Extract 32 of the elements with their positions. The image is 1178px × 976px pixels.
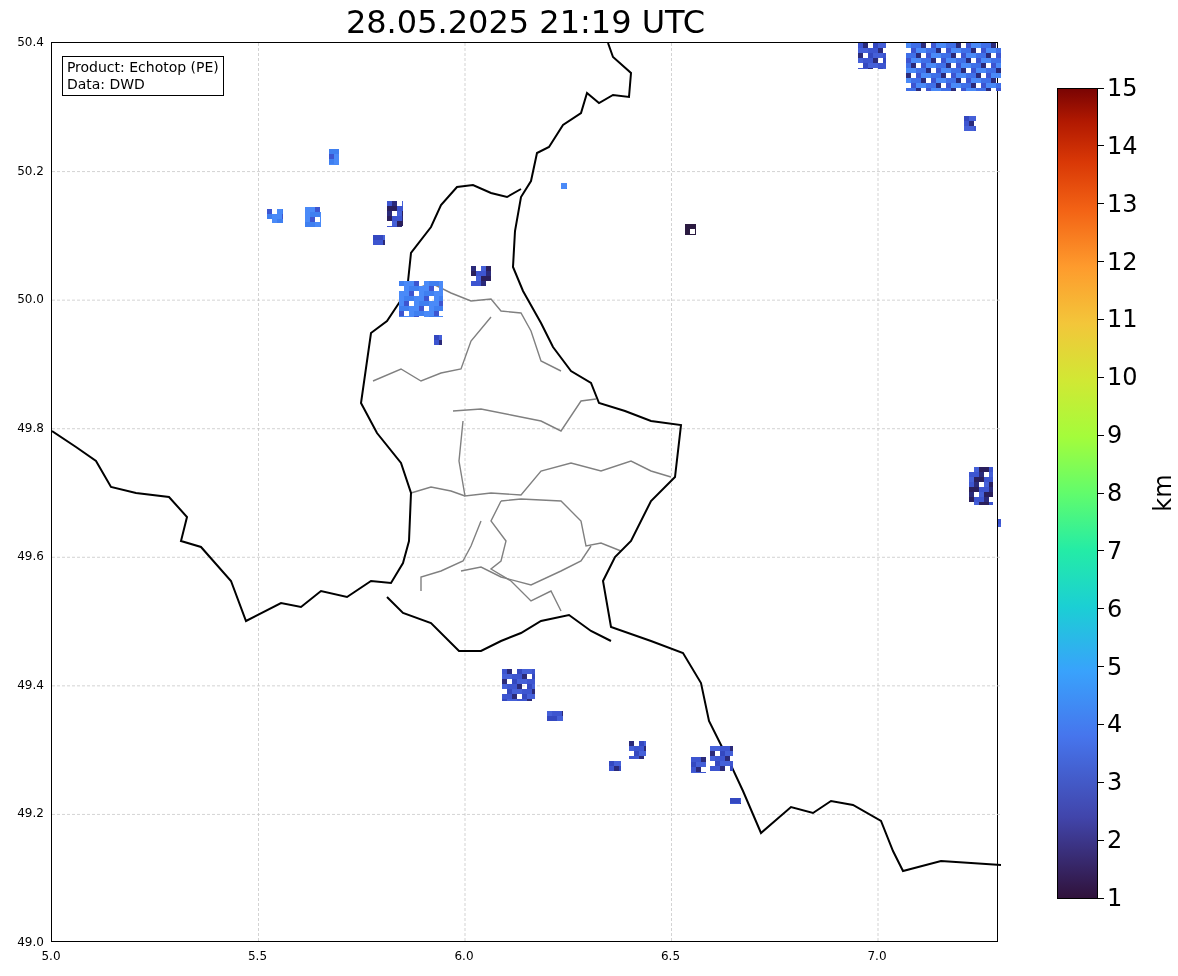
legend-text: Data: DWD xyxy=(66,76,146,93)
colorbar-tick-label: 11 xyxy=(1107,306,1138,333)
y-tick-label: 50.0 xyxy=(17,291,44,308)
colorbar-tick-label: 4 xyxy=(1107,711,1123,738)
y-tick-label: 49.0 xyxy=(17,934,44,950)
colorbar-tick-label: 6 xyxy=(1107,595,1123,622)
colorbar-label: km xyxy=(1149,474,1176,512)
y-tick-label: 50.2 xyxy=(17,162,44,179)
colorbar-tick-label: 5 xyxy=(1107,653,1123,680)
y-tick-label: 49.8 xyxy=(17,419,44,436)
colorbar-tick-label: 13 xyxy=(1107,190,1138,217)
x-tick-label: 5.0 xyxy=(41,948,61,964)
colorbar-tick-label: 14 xyxy=(1107,132,1138,159)
chart-title: 28.05.2025 21:19 UTC xyxy=(345,6,706,42)
y-tick-label: 49.2 xyxy=(17,805,44,822)
colorbar-tick-label: 12 xyxy=(1107,248,1138,275)
x-tick-label: 5.5 xyxy=(247,948,268,964)
colorbar-tick-label: 15 xyxy=(1107,75,1138,101)
y-tick-label: 49.6 xyxy=(17,548,44,565)
colorbar-tick-label: 1 xyxy=(1107,885,1123,911)
x-tick-label: 6.0 xyxy=(454,948,474,964)
colorbar-tick-label: 9 xyxy=(1107,422,1123,449)
colorbar-tick-label: 7 xyxy=(1107,537,1123,564)
legend-text: Product: Echotop (PE) xyxy=(66,59,219,76)
colorbar-tick-label: 3 xyxy=(1107,769,1123,796)
x-tick-label: 7.0 xyxy=(867,948,887,964)
y-tick-label: 50.4 xyxy=(17,34,44,50)
colorbar-tick-label: 8 xyxy=(1107,480,1123,506)
colorbar-tick-label: 2 xyxy=(1107,827,1123,854)
colorbar-tick-label: 10 xyxy=(1107,364,1138,391)
y-tick-label: 49.4 xyxy=(17,676,44,693)
x-tick-label: 6.5 xyxy=(660,948,681,964)
